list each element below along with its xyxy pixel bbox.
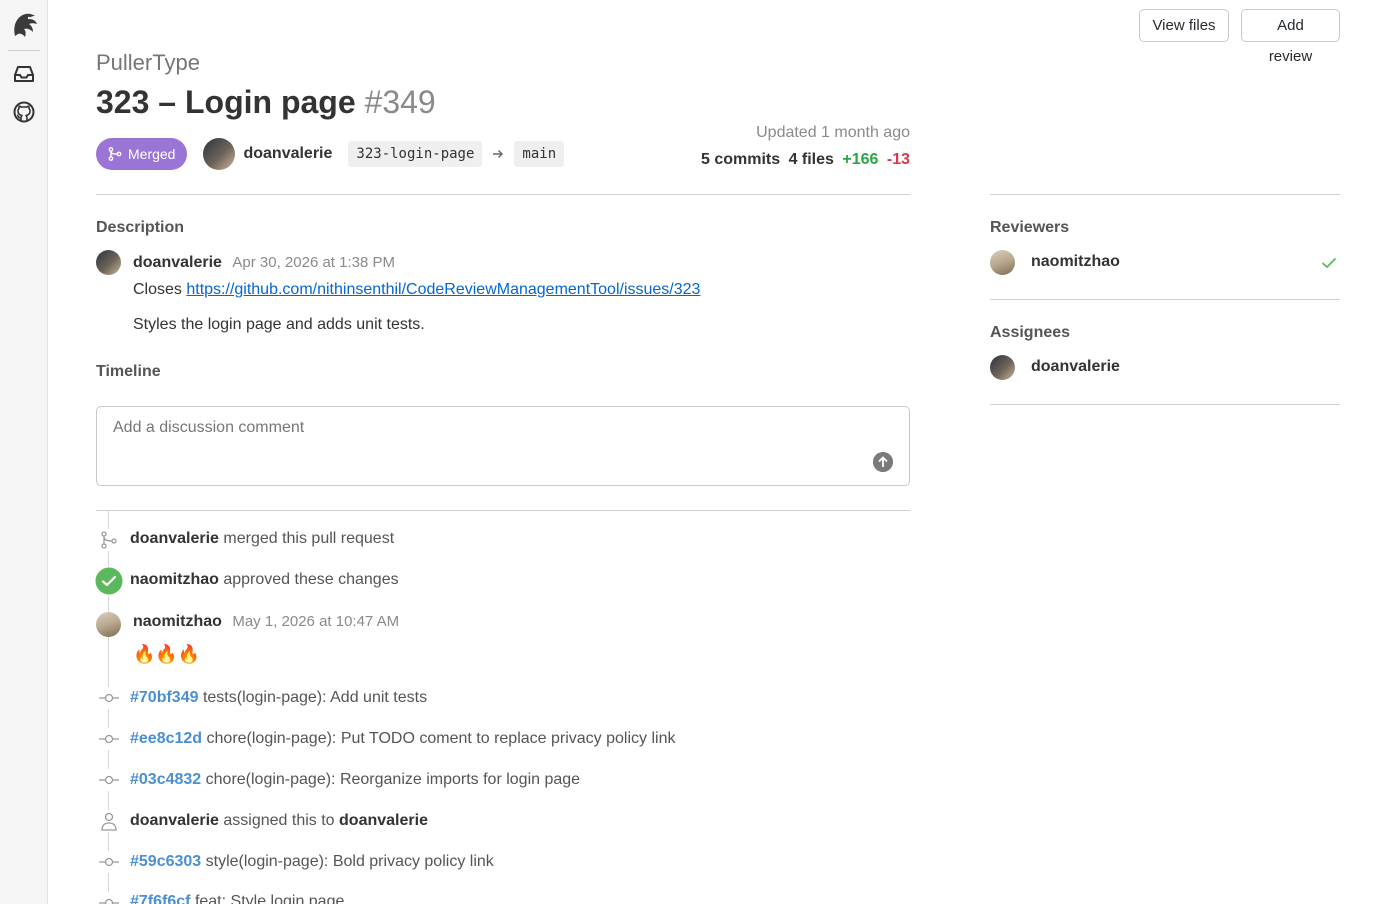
comment-box <box>96 406 910 486</box>
repo-name[interactable]: PullerType <box>96 50 200 76</box>
timeline-divider <box>96 510 910 511</box>
left-rail <box>0 0 48 904</box>
commit-icon <box>98 851 120 873</box>
inbox-icon[interactable] <box>12 62 36 86</box>
header-divider <box>96 194 910 195</box>
send-arrow-up-icon[interactable] <box>873 452 893 472</box>
pr-stats: 5 commits 4 files +166 -13 <box>701 151 910 169</box>
description-body: Styles the login page and adds unit test… <box>133 316 425 333</box>
commit-message: style(login-page): Bold privacy policy l… <box>205 853 494 870</box>
commit-sha-link[interactable]: #ee8c12d <box>130 730 202 747</box>
sidebar-divider <box>990 404 1340 405</box>
pr-meta-row: Merged doanvalerie 323-login-page main <box>96 138 565 170</box>
view-files-button[interactable]: View files <box>1139 9 1229 42</box>
avatar[interactable] <box>96 612 121 637</box>
commit-sha-link[interactable]: #7f6f6cf <box>130 893 190 904</box>
avatar[interactable] <box>990 355 1015 380</box>
commit-sha-link[interactable]: #59c6303 <box>130 853 201 870</box>
timeline-commit: #70bf349 tests(login-page): Add unit tes… <box>130 689 427 707</box>
commit-sha-link[interactable]: #70bf349 <box>130 689 199 706</box>
head-branch: 323-login-page <box>348 141 483 167</box>
commit-message: feat: Style login page <box>194 893 345 904</box>
merge-icon <box>108 147 122 161</box>
commit-icon <box>98 892 120 904</box>
reviewer-name[interactable]: naomitzhao <box>1031 253 1120 271</box>
issue-link[interactable]: https://github.com/nithinsenthil/CodeRev… <box>186 281 700 298</box>
eagle-logo-icon[interactable] <box>9 10 39 40</box>
deletions-count: -13 <box>886 151 910 168</box>
avatar[interactable] <box>96 250 121 275</box>
merge-icon <box>98 529 120 551</box>
timeline-heading: Timeline <box>96 363 161 380</box>
assignee-name[interactable]: doanvalerie <box>1031 358 1120 376</box>
pr-author[interactable]: doanvalerie <box>243 145 332 163</box>
commit-message: chore(login-page): Reorganize imports fo… <box>205 771 581 788</box>
pr-number: #349 <box>364 84 436 120</box>
sidebar-divider <box>990 299 1340 300</box>
event-actor[interactable]: doanvalerie <box>130 812 219 829</box>
description-author-name[interactable]: doanvalerie <box>133 254 222 271</box>
timeline-commit: #7f6f6cf feat: Style login page <box>130 893 344 904</box>
sidebar-divider <box>990 194 1340 195</box>
add-review-button[interactable]: Add review <box>1241 9 1340 65</box>
pr-title: 323 – Login page <box>96 84 356 120</box>
description-closes: Closes https://github.com/nithinsenthil/… <box>133 281 700 299</box>
github-icon[interactable] <box>12 100 36 124</box>
event-target[interactable]: doanvalerie <box>339 812 428 829</box>
commit-message: chore(login-page): Put TODO coment to re… <box>206 730 676 747</box>
description-author: doanvalerie Apr 30, 2026 at 1:38 PM <box>133 254 395 272</box>
avatar[interactable] <box>203 138 236 170</box>
base-branch: main <box>514 141 565 167</box>
timeline-assigned-event: doanvalerie assigned this to doanvalerie <box>130 812 428 830</box>
reviewers-heading: Reviewers <box>990 219 1070 236</box>
comment-date: May 1, 2026 at 10:47 AM <box>232 613 400 630</box>
commit-icon <box>98 769 120 791</box>
avatar[interactable] <box>990 250 1015 275</box>
event-text: assigned this to <box>223 812 335 829</box>
rail-separator <box>8 50 40 51</box>
commit-icon <box>98 728 120 750</box>
page-title: 323 – Login page #349 <box>96 84 436 121</box>
event-text: merged this pull request <box>223 530 395 547</box>
timeline-approved-event: naomitzhao approved these changes <box>130 571 399 589</box>
arrow-right-icon <box>493 150 504 158</box>
description-heading: Description <box>96 219 185 236</box>
assignees-heading: Assignees <box>990 324 1071 341</box>
comment-author[interactable]: naomitzhao <box>133 613 222 630</box>
file-count: 4 files <box>788 151 834 168</box>
additions-count: +166 <box>842 151 879 168</box>
updated-time: Updated 1 month ago <box>756 124 910 141</box>
timeline-comment-header: naomitzhao May 1, 2026 at 10:47 AM <box>133 613 399 631</box>
commit-message: tests(login-page): Add unit tests <box>202 689 428 706</box>
timeline-commit: #59c6303 style(login-page): Bold privacy… <box>130 853 494 871</box>
timeline-merged-event: doanvalerie merged this pull request <box>130 530 394 548</box>
commit-count: 5 commits <box>700 151 781 168</box>
comment-input[interactable] <box>113 419 853 469</box>
person-icon <box>98 810 120 832</box>
status-badge: Merged <box>96 138 188 170</box>
timeline-commit: #03c4832 chore(login-page): Reorganize i… <box>130 771 580 789</box>
event-actor[interactable]: naomitzhao <box>130 571 219 588</box>
check-icon <box>1322 258 1336 268</box>
event-text: approved these changes <box>223 571 399 588</box>
closes-prefix: Closes <box>133 281 182 298</box>
event-actor[interactable]: doanvalerie <box>130 530 219 547</box>
status-label: Merged <box>128 146 176 162</box>
description-date: Apr 30, 2026 at 1:38 PM <box>232 254 395 271</box>
commit-sha-link[interactable]: #03c4832 <box>130 771 201 788</box>
approved-check-icon <box>94 566 124 596</box>
commit-icon <box>98 687 120 709</box>
timeline-commit: #ee8c12d chore(login-page): Put TODO com… <box>130 730 675 748</box>
comment-body: 🔥🔥🔥 <box>133 644 201 664</box>
